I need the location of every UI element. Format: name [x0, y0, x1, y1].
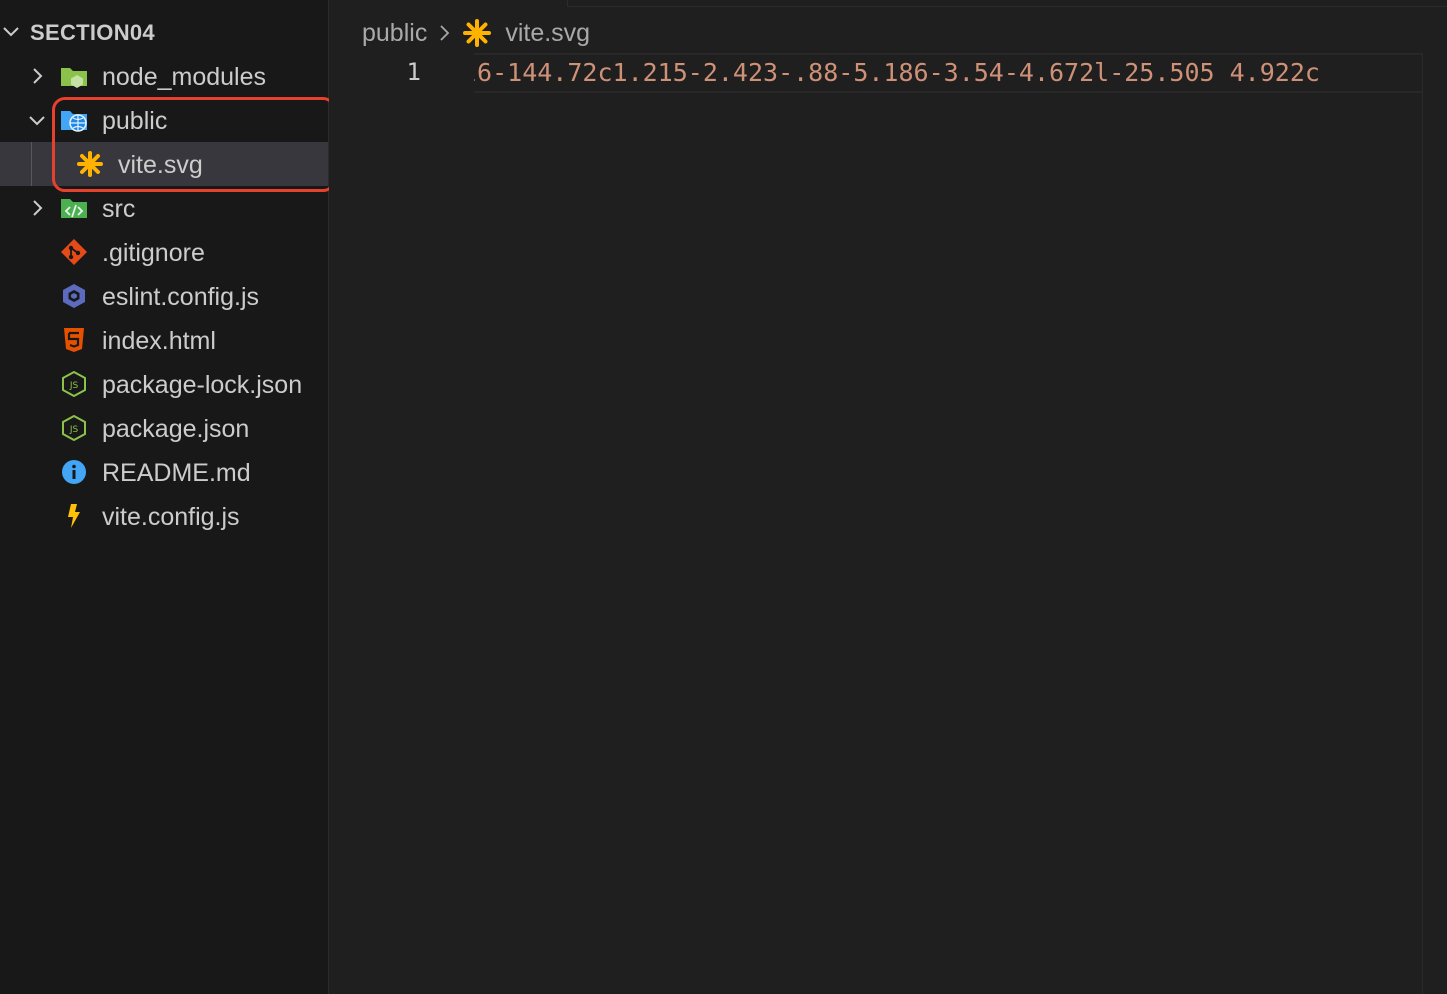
public-folder-icon — [61, 111, 87, 132]
tree-item-gitignore[interactable]: .gitignore — [0, 230, 328, 274]
info-icon — [62, 460, 86, 484]
vscode-window: SECTION04 node_modules public vite.svg s… — [0, 0, 1447, 994]
tree-item-label: vite.svg — [118, 151, 203, 179]
html5-icon — [64, 328, 84, 352]
svg-text:JS: JS — [69, 381, 79, 391]
tree-item-label: package.json — [102, 415, 250, 443]
tree-item-label: package-lock.json — [102, 371, 303, 399]
chevron-right-icon — [33, 200, 43, 216]
tree-item-label: node_modules — [102, 63, 267, 91]
nodejs-icon: JS — [62, 371, 86, 397]
editor-area: public vite.svg 1 l6-144.72c1.215-2.423-… — [329, 0, 1447, 994]
nodejs-icon: JS — [62, 415, 86, 441]
svg-file-icon — [77, 151, 103, 177]
tree-item-package-json[interactable]: JS package.json — [0, 406, 328, 450]
breadcrumb: public vite.svg — [362, 16, 590, 50]
tree-item-vite-config[interactable]: vite.config.js — [0, 494, 328, 538]
git-icon — [61, 239, 87, 265]
code-text: l6-144.72c1.215-2.423-.88-5.186-3.54-4.6… — [474, 58, 1320, 87]
tree-item-readme[interactable]: README.md — [0, 450, 328, 494]
tree-item-index-html[interactable]: index.html — [0, 318, 328, 362]
section-title: SECTION04 — [30, 20, 155, 45]
tree-item-eslint-config[interactable]: eslint.config.js — [0, 274, 328, 318]
chevron-right-icon — [440, 25, 450, 41]
svg-text:JS: JS — [69, 425, 79, 435]
explorer-section-header[interactable]: SECTION04 — [0, 12, 328, 52]
code-line[interactable]: l6-144.72c1.215-2.423-.88-5.186-3.54-4.6… — [474, 58, 1424, 92]
vite-bolt-icon — [68, 504, 80, 528]
eslint-icon — [63, 284, 85, 308]
tree-item-label: vite.config.js — [102, 503, 240, 531]
node-modules-folder-icon — [61, 68, 87, 88]
breadcrumb-file[interactable]: vite.svg — [505, 19, 590, 48]
tree-item-label: .gitignore — [102, 239, 205, 267]
svg-file-icon — [463, 19, 492, 47]
src-folder-icon — [61, 199, 87, 218]
chevron-down-icon — [3, 27, 19, 37]
tree-item-label: src — [102, 195, 136, 223]
tree-item-package-lock-json[interactable]: JS package-lock.json — [0, 362, 328, 406]
chevron-down-icon — [29, 116, 45, 126]
tree-item-label: index.html — [102, 327, 216, 355]
tab-strip-edge — [567, 0, 1447, 7]
tree-item-node-modules[interactable]: node_modules — [0, 54, 328, 98]
chevron-right-icon — [33, 68, 43, 84]
line-number: 1 — [406, 58, 421, 86]
indent-guide — [31, 142, 32, 186]
explorer-sidebar: SECTION04 node_modules public vite.svg s… — [0, 0, 329, 994]
tree-item-label: README.md — [102, 459, 251, 487]
breadcrumb-folder[interactable]: public — [362, 19, 427, 48]
tree-item-label: public — [102, 107, 168, 135]
tree-item-public[interactable]: public — [0, 98, 328, 142]
vertical-scrollbar[interactable] — [1422, 53, 1447, 994]
tree-item-vite-svg[interactable]: vite.svg — [0, 142, 328, 186]
tree-item-label: eslint.config.js — [102, 283, 260, 311]
tree-item-src[interactable]: src — [0, 186, 328, 230]
